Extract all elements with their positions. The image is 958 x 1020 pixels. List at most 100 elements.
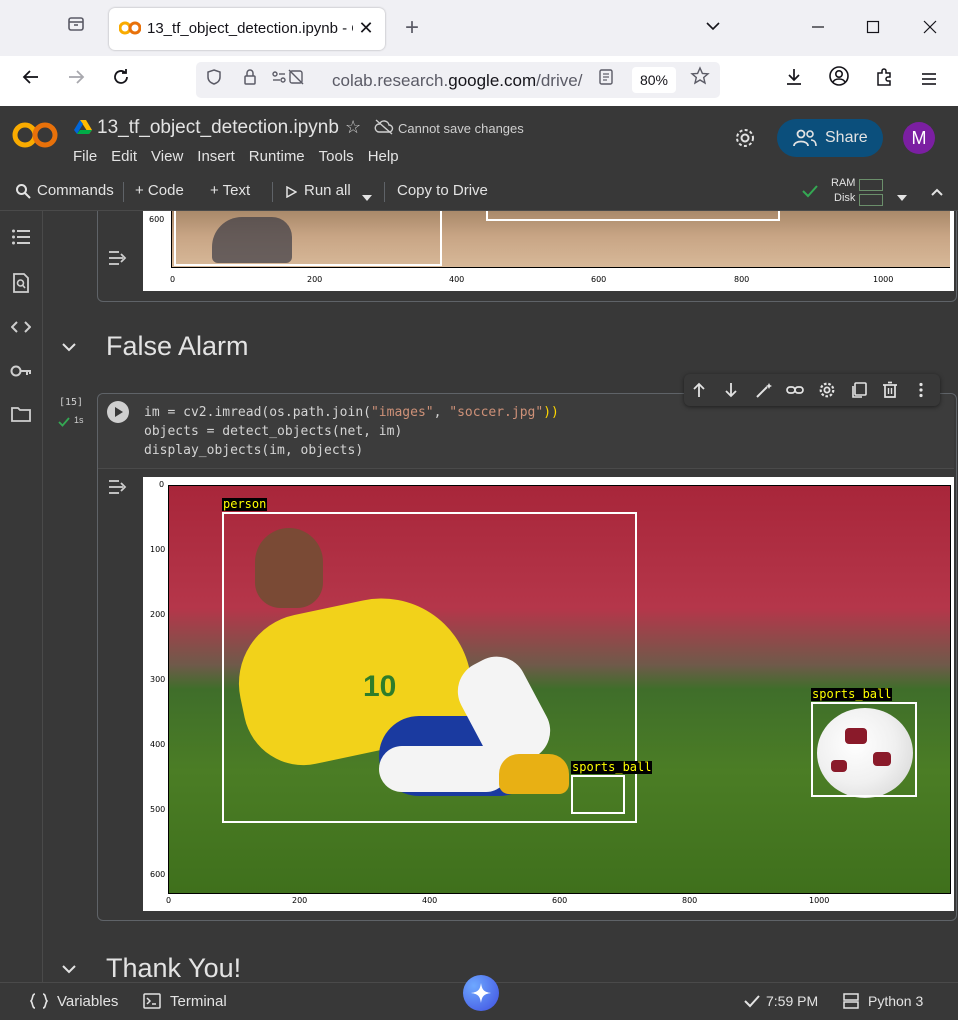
output-toggle-icon[interactable] <box>107 249 129 269</box>
cell-settings-gear-icon[interactable] <box>818 381 836 399</box>
find-replace-icon[interactable] <box>9 273 33 297</box>
close-window-icon[interactable] <box>912 10 948 46</box>
x-tick-label: 400 <box>449 275 465 284</box>
magic-wand-icon[interactable] <box>755 382 773 398</box>
url-text[interactable]: colab.research.google.com/drive/ <box>332 71 582 91</box>
open-in-tab-icon[interactable] <box>850 381 868 399</box>
x-tick-label: 600 <box>591 275 607 284</box>
ram-label: RAM <box>831 177 856 189</box>
left-sidebar <box>0 211 43 982</box>
url-domain: google.com <box>448 71 537 90</box>
colab-logo-icon[interactable] <box>12 120 60 152</box>
gemini-button[interactable] <box>463 975 499 1011</box>
add-text-button[interactable]: + Text <box>210 182 250 199</box>
run-all-dropdown-icon[interactable] <box>362 188 372 201</box>
run-all-button[interactable]: Run all <box>304 182 351 199</box>
previous-plot-image <box>171 211 950 268</box>
account-icon[interactable] <box>821 63 857 99</box>
tab-title: 13_tf_object_detection.ipynb - C <box>147 20 353 37</box>
reader-view-icon[interactable] <box>588 62 624 98</box>
bookmark-star-icon[interactable] <box>682 62 718 98</box>
menu-runtime[interactable]: Runtime <box>249 148 305 165</box>
share-button[interactable]: Share <box>777 119 883 157</box>
browser-tab[interactable]: 13_tf_object_detection.ipynb - C ✕ <box>109 8 385 50</box>
url-bar[interactable]: colab.research.google.com/drive/ 80% <box>196 62 720 98</box>
delete-cell-icon[interactable] <box>882 381 898 399</box>
minimize-icon[interactable] <box>800 10 836 46</box>
disk-usage-bar[interactable] <box>859 194 883 206</box>
x-tick-label: 400 <box>422 896 438 905</box>
collapse-header-icon[interactable] <box>930 184 944 198</box>
secrets-key-icon[interactable] <box>9 360 33 384</box>
star-notebook-icon[interactable]: ☆ <box>345 117 361 138</box>
collapse-section-icon[interactable] <box>61 961 79 975</box>
shield-icon[interactable] <box>196 62 232 98</box>
chevron-down-icon[interactable] <box>695 10 731 46</box>
execution-success-icon <box>58 414 72 427</box>
resources-dropdown-icon[interactable] <box>897 188 907 201</box>
people-icon <box>793 129 817 147</box>
maximize-icon[interactable] <box>855 10 891 46</box>
code-paren: )) <box>543 405 559 420</box>
menu-help[interactable]: Help <box>368 148 399 165</box>
x-tick-label: 1000 <box>809 896 830 905</box>
last-run-time[interactable]: 7:59 PM <box>766 993 818 1009</box>
ram-usage-bar[interactable] <box>859 179 883 191</box>
code-text: , <box>433 405 450 420</box>
forward-icon[interactable] <box>58 63 94 99</box>
menu-insert[interactable]: Insert <box>197 148 235 165</box>
move-cell-up-icon[interactable] <box>691 382 707 398</box>
section-heading: False Alarm <box>106 331 249 361</box>
execution-time: 1s <box>74 415 84 425</box>
url-path: /drive/ <box>536 71 583 90</box>
app-menu-icon[interactable] <box>911 63 947 99</box>
tab-overview-icon[interactable] <box>58 10 94 46</box>
previous-detection-box <box>486 211 780 221</box>
notebook-toolbar: Commands + Code + Text Run all Copy to D… <box>0 172 958 211</box>
lock-icon[interactable] <box>232 62 268 98</box>
add-code-button[interactable]: + Code <box>135 182 184 199</box>
menu-tools[interactable]: Tools <box>319 148 354 165</box>
new-tab-icon[interactable]: + <box>394 10 430 46</box>
table-of-contents-icon[interactable] <box>9 228 33 252</box>
commands-button[interactable]: Commands <box>37 182 114 199</box>
toolbar-divider <box>123 182 124 202</box>
variables-icon <box>29 993 49 1009</box>
play-icon <box>115 407 123 417</box>
code-line: im = cv2.imread(os.path.join("images", "… <box>144 403 559 422</box>
run-cell-button[interactable] <box>107 401 129 423</box>
reload-icon[interactable] <box>103 63 139 99</box>
menu-bar: File Edit View Insert Runtime Tools Help <box>73 148 399 165</box>
variables-button[interactable]: Variables <box>57 993 118 1010</box>
move-cell-down-icon[interactable] <box>723 382 739 398</box>
runtime-label[interactable]: Python 3 <box>868 993 923 1009</box>
close-tab-icon[interactable]: ✕ <box>355 16 377 40</box>
settings-gear-icon[interactable] <box>733 126 757 150</box>
permissions-icon[interactable] <box>268 62 308 98</box>
downloads-icon[interactable] <box>776 63 812 99</box>
copy-to-drive-button[interactable]: Copy to Drive <box>397 182 488 199</box>
colab-header: 13_tf_object_detection.ipynb ☆ Cannot sa… <box>0 106 958 172</box>
menu-file[interactable]: File <box>73 148 97 165</box>
extensions-icon[interactable] <box>866 63 902 99</box>
link-icon[interactable] <box>786 382 804 398</box>
code-line: objects = detect_objects(net, im) <box>144 424 403 439</box>
runtime-server-icon <box>843 993 859 1009</box>
colab-favicon-icon <box>118 20 142 36</box>
collapse-section-icon[interactable] <box>61 339 79 353</box>
back-icon[interactable] <box>13 63 49 99</box>
code-string: "soccer.jpg" <box>449 405 544 420</box>
notebook-title[interactable]: 13_tf_object_detection.ipynb <box>97 117 339 139</box>
more-options-icon[interactable] <box>918 382 924 398</box>
menu-view[interactable]: View <box>151 148 183 165</box>
files-folder-icon[interactable] <box>9 404 33 428</box>
terminal-icon <box>143 993 161 1009</box>
avatar[interactable]: M <box>903 122 935 154</box>
y-tick-label: 200 <box>150 610 166 619</box>
zoom-level-badge[interactable]: 80% <box>632 67 676 93</box>
terminal-button[interactable]: Terminal <box>170 993 227 1010</box>
menu-edit[interactable]: Edit <box>111 148 137 165</box>
output-toggle-icon[interactable] <box>107 478 129 498</box>
code-snippets-icon[interactable] <box>9 316 33 340</box>
y-tick-label: 100 <box>150 545 166 554</box>
